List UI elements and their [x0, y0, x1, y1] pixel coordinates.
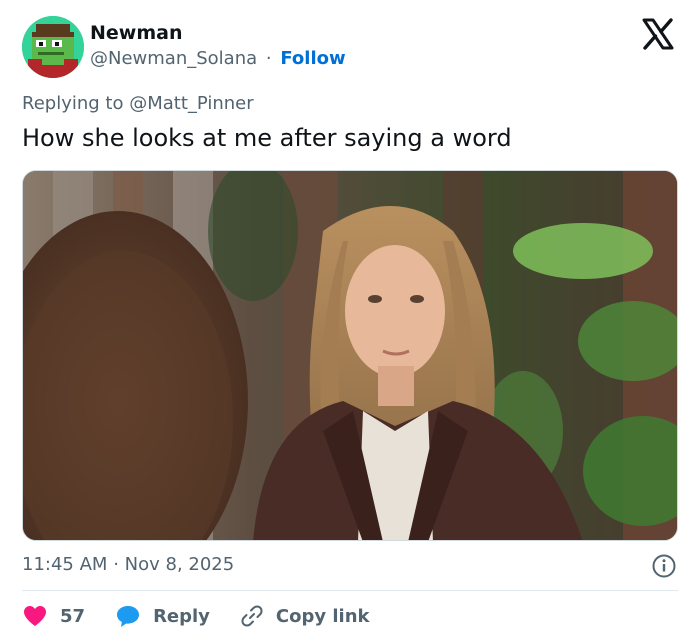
replying-prefix: Replying to	[22, 93, 130, 114]
speech-bubble-icon	[117, 606, 140, 627]
tweet-time: 11:45 AM	[22, 554, 108, 575]
pixel-frog-avatar-icon	[22, 16, 84, 78]
action-bar: 57 Reply Copy link	[22, 600, 400, 632]
photo-woman-brown-leather-jacket-icon	[23, 171, 677, 540]
author-handle[interactable]: @Newman_Solana	[90, 48, 257, 69]
author-name[interactable]: Newman	[90, 22, 183, 44]
heart-icon	[24, 606, 46, 626]
reply-button[interactable]: Reply	[115, 604, 210, 628]
tweet-timestamp[interactable]: 11:45 AM · Nov 8, 2025	[22, 554, 234, 575]
copy-link-label: Copy link	[275, 605, 370, 627]
tweet-card: Newman @Newman_Solana · Follow Replying …	[0, 0, 700, 644]
like-count: 57	[60, 605, 86, 627]
info-icon[interactable]	[651, 553, 677, 579]
x-logo-icon[interactable]	[640, 16, 676, 52]
tweet-media[interactable]	[22, 170, 678, 541]
handle-separator: ·	[265, 48, 272, 69]
divider	[22, 590, 678, 591]
reply-target-link[interactable]: @Matt_Pinner	[129, 93, 253, 114]
reply-label: Reply	[153, 605, 210, 627]
copy-link-button[interactable]: Copy link	[240, 604, 370, 628]
follow-button[interactable]: Follow	[280, 48, 345, 69]
timestamp-separator: ·	[113, 554, 119, 575]
like-button[interactable]: 57	[22, 604, 85, 628]
avatar[interactable]	[22, 16, 84, 78]
tweet-text: How she looks at me after saying a word	[22, 124, 512, 152]
replying-to: Replying to @Matt_Pinner	[22, 93, 254, 114]
author-handle-row: @Newman_Solana · Follow	[90, 48, 346, 69]
link-icon	[241, 605, 263, 627]
tweet-date: Nov 8, 2025	[124, 554, 235, 575]
